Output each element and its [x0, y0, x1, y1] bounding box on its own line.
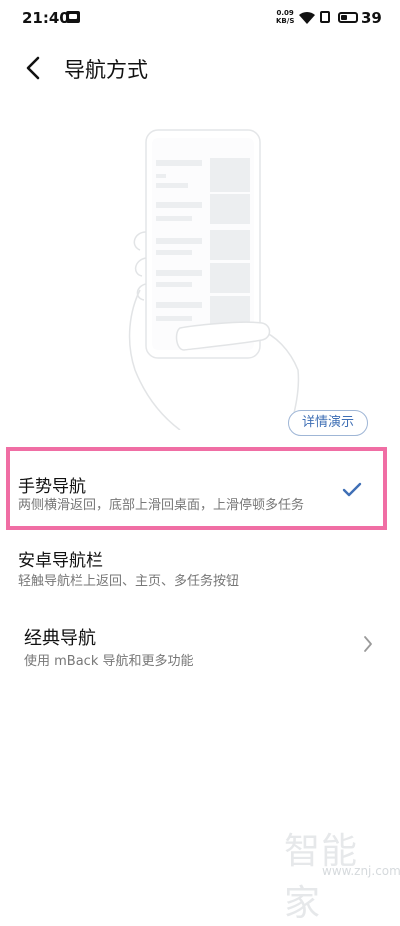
phone-icon: [320, 11, 330, 23]
watermark-url: www.znj.com: [322, 864, 400, 878]
gesture-illustration: [128, 129, 300, 430]
chevron-right-icon: [364, 636, 372, 652]
status-time: 21:40: [22, 9, 70, 27]
status-bar: 21:40 0.09 KB/S 39: [0, 0, 400, 36]
network-speed-unit: KB/S: [276, 17, 295, 25]
network-speed: 0.09 KB/S: [276, 9, 294, 25]
back-arrow-icon: [26, 56, 40, 80]
demo-details-button[interactable]: 详情演示: [288, 410, 368, 436]
option-classic-navigation[interactable]: 经典导航 使用 mBack 导航和更多功能: [0, 612, 400, 672]
option-title: 安卓导航栏: [18, 551, 103, 571]
option-description: 轻触导航栏上返回、主页、多任务按钮: [18, 574, 240, 589]
message-notification-icon: [66, 11, 80, 23]
battery-icon: [338, 12, 358, 23]
wifi-icon: [299, 11, 315, 24]
option-android-navbar[interactable]: 安卓导航栏 轻触导航栏上返回、主页、多任务按钮: [0, 536, 400, 596]
header: 导航方式: [0, 44, 400, 92]
watermark: 智能家 www.znj.com: [284, 822, 400, 924]
option-description: 使用 mBack 导航和更多功能: [24, 654, 194, 669]
checkmark-icon: [342, 482, 362, 497]
back-button[interactable]: [14, 50, 54, 86]
battery-level: 39: [361, 9, 382, 27]
page-title: 导航方式: [64, 58, 148, 82]
highlight-frame: [6, 447, 387, 530]
option-title: 经典导航: [24, 628, 96, 649]
network-speed-value: 0.09: [276, 9, 294, 17]
